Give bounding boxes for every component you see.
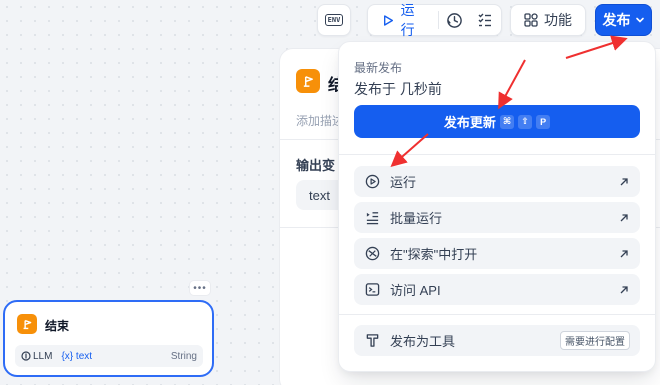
env-button[interactable]: ENV <box>317 4 351 36</box>
shortcut-key: P <box>536 114 551 129</box>
end-node[interactable]: 结束 LLM {x} text String <box>3 300 214 377</box>
batch-run-item[interactable]: 批量运行 <box>354 202 640 233</box>
divider <box>339 314 655 315</box>
description-input[interactable]: 添加描述 <box>296 112 344 129</box>
end-node-variable-row: LLM {x} text String <box>15 345 203 367</box>
history-button[interactable] <box>439 5 470 35</box>
features-button[interactable]: 功能 <box>510 4 586 36</box>
terminal-icon <box>364 282 380 298</box>
publish-update-button[interactable]: 发布更新 ⌘ ⇧ P <box>354 105 640 138</box>
checklist-icon <box>478 13 492 27</box>
published-time: 发布于 几秒前 <box>354 81 442 97</box>
item-label: 运行 <box>390 175 417 190</box>
end-node-icon <box>296 69 320 93</box>
batch-list-icon <box>364 210 380 226</box>
publish-button[interactable]: 发布 <box>595 4 652 36</box>
play-icon <box>384 14 394 26</box>
latest-publish-label: 最新发布 <box>354 61 403 75</box>
publish-label: 发布 <box>602 12 631 28</box>
run-app-item[interactable]: 运行 <box>354 166 640 197</box>
shortcut-key: ⇧ <box>518 114 533 129</box>
item-label: 访问 API <box>390 283 441 298</box>
output-variables-label: 输出变 <box>296 158 336 173</box>
publish-update-label: 发布更新 <box>443 115 496 130</box>
source-label: LLM <box>33 350 53 362</box>
chevron-down-icon <box>635 17 644 23</box>
run-toolbar-group: 运行 <box>367 2 502 38</box>
shortcut-key: ⌘ <box>499 114 515 129</box>
end-node-title: 结束 <box>45 319 70 333</box>
env-icon: ENV <box>324 14 344 26</box>
history-icon <box>446 12 462 28</box>
item-label: 批量运行 <box>390 211 443 226</box>
item-label: 在"探索"中打开 <box>390 247 478 262</box>
variable-source: LLM <box>21 351 52 362</box>
publish-dropdown: 最新发布 发布于 几秒前 发布更新 ⌘ ⇧ P 运行 批量运行 在"探索"中打开… <box>338 41 656 372</box>
checklist-button[interactable] <box>470 5 501 35</box>
features-label: 功能 <box>544 12 572 28</box>
node-more-button[interactable]: ••• <box>189 280 211 296</box>
publish-as-tool-item[interactable]: 发布为工具 需要进行配置 <box>354 325 640 356</box>
grid-icon <box>524 13 538 27</box>
run-label: 运行 <box>400 2 415 38</box>
variable-type: String <box>170 350 197 362</box>
compass-icon <box>364 246 380 262</box>
llm-icon <box>21 351 31 361</box>
variable-name: {x} text <box>61 350 93 362</box>
external-arrow-icon <box>620 285 628 293</box>
external-arrow-icon <box>620 177 628 185</box>
tool-icon <box>364 333 380 349</box>
end-node-icon <box>17 314 37 334</box>
external-arrow-icon <box>620 249 628 257</box>
divider <box>339 154 655 155</box>
config-required-badge: 需要进行配置 <box>560 331 630 350</box>
run-button[interactable]: 运行 <box>368 2 438 38</box>
open-in-explore-item[interactable]: 在"探索"中打开 <box>354 238 640 269</box>
access-api-item[interactable]: 访问 API <box>354 274 640 305</box>
item-label: 发布为工具 <box>390 334 456 349</box>
play-circle-icon <box>364 174 380 190</box>
external-arrow-icon <box>620 213 628 221</box>
